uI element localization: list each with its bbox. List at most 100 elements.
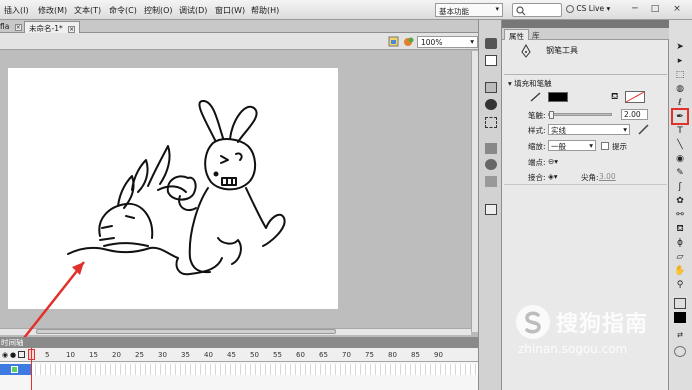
playhead — [31, 348, 32, 390]
transform-icon[interactable] — [485, 117, 497, 128]
eyedropper-icon[interactable]: ϕ — [674, 238, 686, 249]
workspace-switcher[interactable]: 基本功能 ▾ — [435, 3, 503, 17]
subselection-icon[interactable]: ▸ — [674, 56, 686, 67]
code-snippets-icon[interactable] — [485, 159, 497, 170]
stroke-slider[interactable] — [548, 111, 612, 119]
brush-icon[interactable]: ʃ — [674, 182, 686, 193]
chevron-down-icon: ▾ — [495, 5, 499, 13]
frame-number: 20 — [112, 351, 121, 359]
eraser-icon[interactable]: ▱ — [674, 252, 686, 263]
info-icon[interactable] — [485, 99, 497, 110]
join-select[interactable]: ◈▾ — [548, 172, 558, 181]
hint-checkbox[interactable] — [601, 142, 609, 150]
zoom-value: 100% — [421, 38, 443, 47]
miter-value[interactable]: 3.00 — [599, 172, 616, 181]
timeline-header[interactable]: 时间轴 — [0, 337, 478, 348]
edit-bar — [0, 33, 478, 50]
stroke-slider-thumb[interactable] — [549, 111, 554, 119]
menu-insert[interactable]: 插入(I) — [4, 5, 29, 16]
layer-color-swatch[interactable] — [11, 366, 18, 373]
tools-panel: ➤ ▸ ⬚ ◍ ℓ ✒ T ╲ ◉ ✎ ʃ ✿ ⚯ ⛾ ϕ ▱ ✋ ⚲ ⇄ — [669, 20, 692, 390]
frame-number: 25 — [135, 351, 144, 359]
tab-previous-document[interactable]: fla × — [0, 21, 26, 33]
style-select[interactable]: 实线 ▾ — [548, 124, 630, 135]
components-icon[interactable] — [485, 143, 497, 154]
frame-number: 50 — [250, 351, 259, 359]
document-tab-bar: fla × 未命名-1* × — [0, 20, 478, 33]
swap-colors-icon[interactable]: ⇄ — [674, 330, 686, 341]
stroke-value-input[interactable]: 2.00 — [621, 109, 648, 120]
properties-title-strip — [502, 20, 669, 28]
watermark-brand: 搜狗指南 — [556, 312, 649, 337]
color-panel-icon[interactable] — [485, 55, 497, 66]
frame-number: 35 — [181, 351, 190, 359]
cs-live-button[interactable]: CS Live ▾ — [566, 4, 610, 13]
frame-number: 60 — [296, 351, 305, 359]
outline-icon[interactable] — [18, 351, 25, 358]
stroke-label: 笔触: — [528, 111, 546, 120]
lock-icon[interactable]: ● — [10, 351, 16, 359]
frame-number: 30 — [158, 351, 167, 359]
frame-number: 65 — [319, 351, 328, 359]
help-search-input[interactable] — [512, 3, 562, 17]
scale-select[interactable]: 一般 ▾ — [548, 140, 596, 151]
search-icon — [516, 6, 526, 16]
menu-commands[interactable]: 命令(C) — [109, 5, 137, 16]
paint-bucket-icon: ⛾ — [611, 92, 619, 102]
close-icon[interactable]: × — [14, 24, 22, 31]
zoom-select[interactable]: 100% ▾ — [417, 36, 478, 48]
line-icon[interactable]: ╲ — [674, 140, 686, 151]
rectangle-icon[interactable]: ◉ — [674, 154, 686, 165]
zoom-icon[interactable]: ⚲ — [674, 280, 686, 291]
fill-color-tool[interactable] — [674, 312, 686, 323]
hand-icon[interactable]: ✋ — [674, 266, 686, 277]
chevron-down-icon: ▾ — [606, 4, 611, 13]
menu-modify[interactable]: 修改(M) — [38, 5, 67, 16]
fill-color-swatch[interactable] — [625, 91, 645, 103]
stroke-color-tool[interactable] — [674, 298, 686, 309]
cap-select[interactable]: ⊖▾ — [548, 157, 558, 166]
tab-untitled-1[interactable]: 未命名-1* × — [24, 21, 81, 33]
movie-explorer-icon[interactable] — [485, 204, 497, 215]
menu-control[interactable]: 控制(O) — [144, 5, 173, 16]
bone-icon[interactable]: ⚯ — [674, 210, 686, 221]
menu-window[interactable]: 窗口(W) — [215, 5, 245, 16]
menu-debug[interactable]: 调试(D) — [179, 5, 207, 16]
selection-icon[interactable]: ➤ — [674, 42, 686, 53]
join-label: 接合: — [528, 173, 546, 182]
motion-editor-icon[interactable] — [485, 38, 497, 49]
restore-button[interactable]: □ — [648, 3, 662, 16]
stroke-color-swatch[interactable] — [548, 92, 568, 102]
edit-symbols-icon[interactable] — [403, 36, 415, 47]
section-title: 填充和笔触 — [514, 79, 552, 88]
edit-stroke-style-icon[interactable] — [638, 124, 649, 135]
text-icon[interactable]: T — [674, 126, 686, 137]
snap-to-objects-icon[interactable] — [674, 346, 686, 357]
frames-row[interactable] — [31, 364, 478, 375]
close-icon[interactable]: × — [68, 26, 76, 33]
close-button[interactable]: × — [670, 3, 684, 16]
timeline-ruler[interactable]: ◉ ● 5 10 15 20 25 30 35 40 45 50 55 60 6… — [0, 348, 478, 362]
tab-properties[interactable]: 属性 — [504, 29, 529, 41]
deco-icon[interactable]: ✿ — [674, 196, 686, 207]
stroke-pencil-icon — [530, 92, 541, 102]
minimize-button[interactable]: ─ — [628, 3, 642, 16]
3d-rotation-icon[interactable]: ◍ — [674, 84, 686, 95]
hint-label: 提示 — [612, 142, 627, 151]
layer-row[interactable] — [0, 364, 31, 375]
behaviors-icon[interactable] — [485, 176, 497, 187]
free-transform-icon[interactable]: ⬚ — [674, 70, 686, 81]
swatches-icon[interactable] — [485, 82, 497, 93]
eye-icon[interactable]: ◉ — [2, 351, 8, 359]
pencil-icon[interactable]: ✎ — [674, 168, 686, 179]
chevron-down-icon: ▾ — [623, 125, 627, 134]
paint-bucket-icon[interactable]: ⛾ — [674, 224, 686, 235]
menu-help[interactable]: 帮助(H) — [251, 5, 279, 16]
menu-text[interactable]: 文本(T) — [74, 5, 101, 16]
edit-scene-icon[interactable] — [388, 36, 400, 47]
divider — [504, 74, 667, 75]
tool-name: 钢笔工具 — [546, 46, 578, 55]
tab-library[interactable]: 库 — [528, 29, 544, 40]
section-fill-stroke[interactable]: ▾ 填充和笔触 — [508, 78, 552, 89]
frame-number: 5 — [45, 351, 50, 359]
